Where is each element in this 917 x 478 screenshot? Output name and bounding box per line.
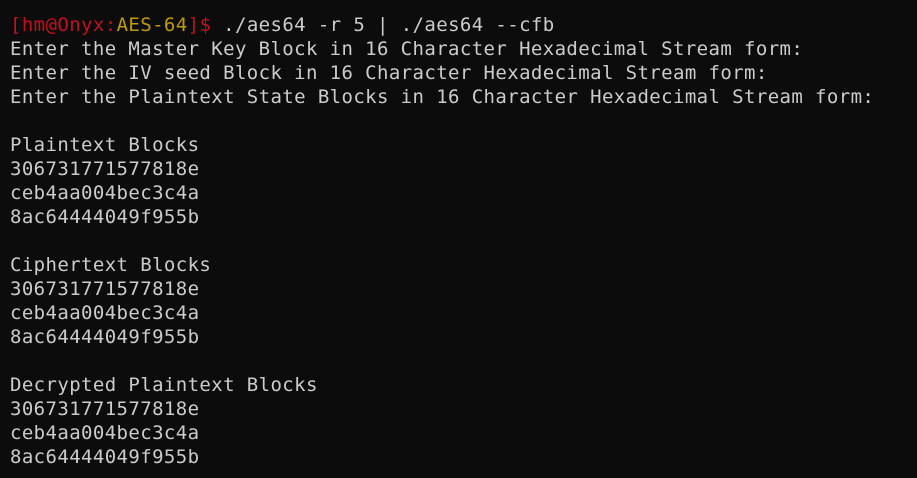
plaintext-section: Plaintext Blocks 306731771577818e ceb4aa… <box>10 133 917 229</box>
ciphertext-block: 306731771577818e <box>10 278 200 300</box>
command-text: ./aes64 -r 5 | ./aes64 --cfb <box>211 14 555 36</box>
decrypted-block: 8ac64444049f955b <box>10 446 200 468</box>
prompt-open-bracket: [ <box>10 14 22 36</box>
ciphertext-section: Ciphertext Blocks 306731771577818e ceb4a… <box>10 253 917 349</box>
ciphertext-block: 8ac64444049f955b <box>10 326 200 348</box>
plaintext-block: ceb4aa004bec3c4a <box>10 182 200 204</box>
prompt-plaintext-state: Enter the Plaintext State Blocks in 16 C… <box>10 86 875 108</box>
prompt-close-bracket: ] <box>187 14 200 36</box>
prompt-cwd: AES-64 <box>116 14 188 36</box>
decrypted-header: Decrypted Plaintext Blocks <box>10 374 318 396</box>
prompt-dollar: $ <box>199 14 212 36</box>
decrypted-section: Decrypted Plaintext Blocks 3067317715778… <box>10 373 917 469</box>
ciphertext-block: ceb4aa004bec3c4a <box>10 302 200 324</box>
plaintext-block: 306731771577818e <box>10 158 200 180</box>
prompt-iv-seed: Enter the IV seed Block in 16 Character … <box>10 62 768 84</box>
ciphertext-header: Ciphertext Blocks <box>10 254 212 276</box>
terminal-window[interactable]: [hm@Onyx:AES-64]$ ./aes64 -r 5 | ./aes64… <box>0 0 917 478</box>
decrypted-block: 306731771577818e <box>10 398 200 420</box>
plaintext-header: Plaintext Blocks <box>10 134 200 156</box>
prompt-user-host: hm@Onyx: <box>21 14 117 36</box>
prompt-master-key: Enter the Master Key Block in 16 Charact… <box>10 38 804 60</box>
decrypted-block: ceb4aa004bec3c4a <box>10 422 200 444</box>
plaintext-block: 8ac64444049f955b <box>10 206 200 228</box>
command-line: [hm@Onyx:AES-64]$ ./aes64 -r 5 | ./aes64… <box>10 13 917 37</box>
